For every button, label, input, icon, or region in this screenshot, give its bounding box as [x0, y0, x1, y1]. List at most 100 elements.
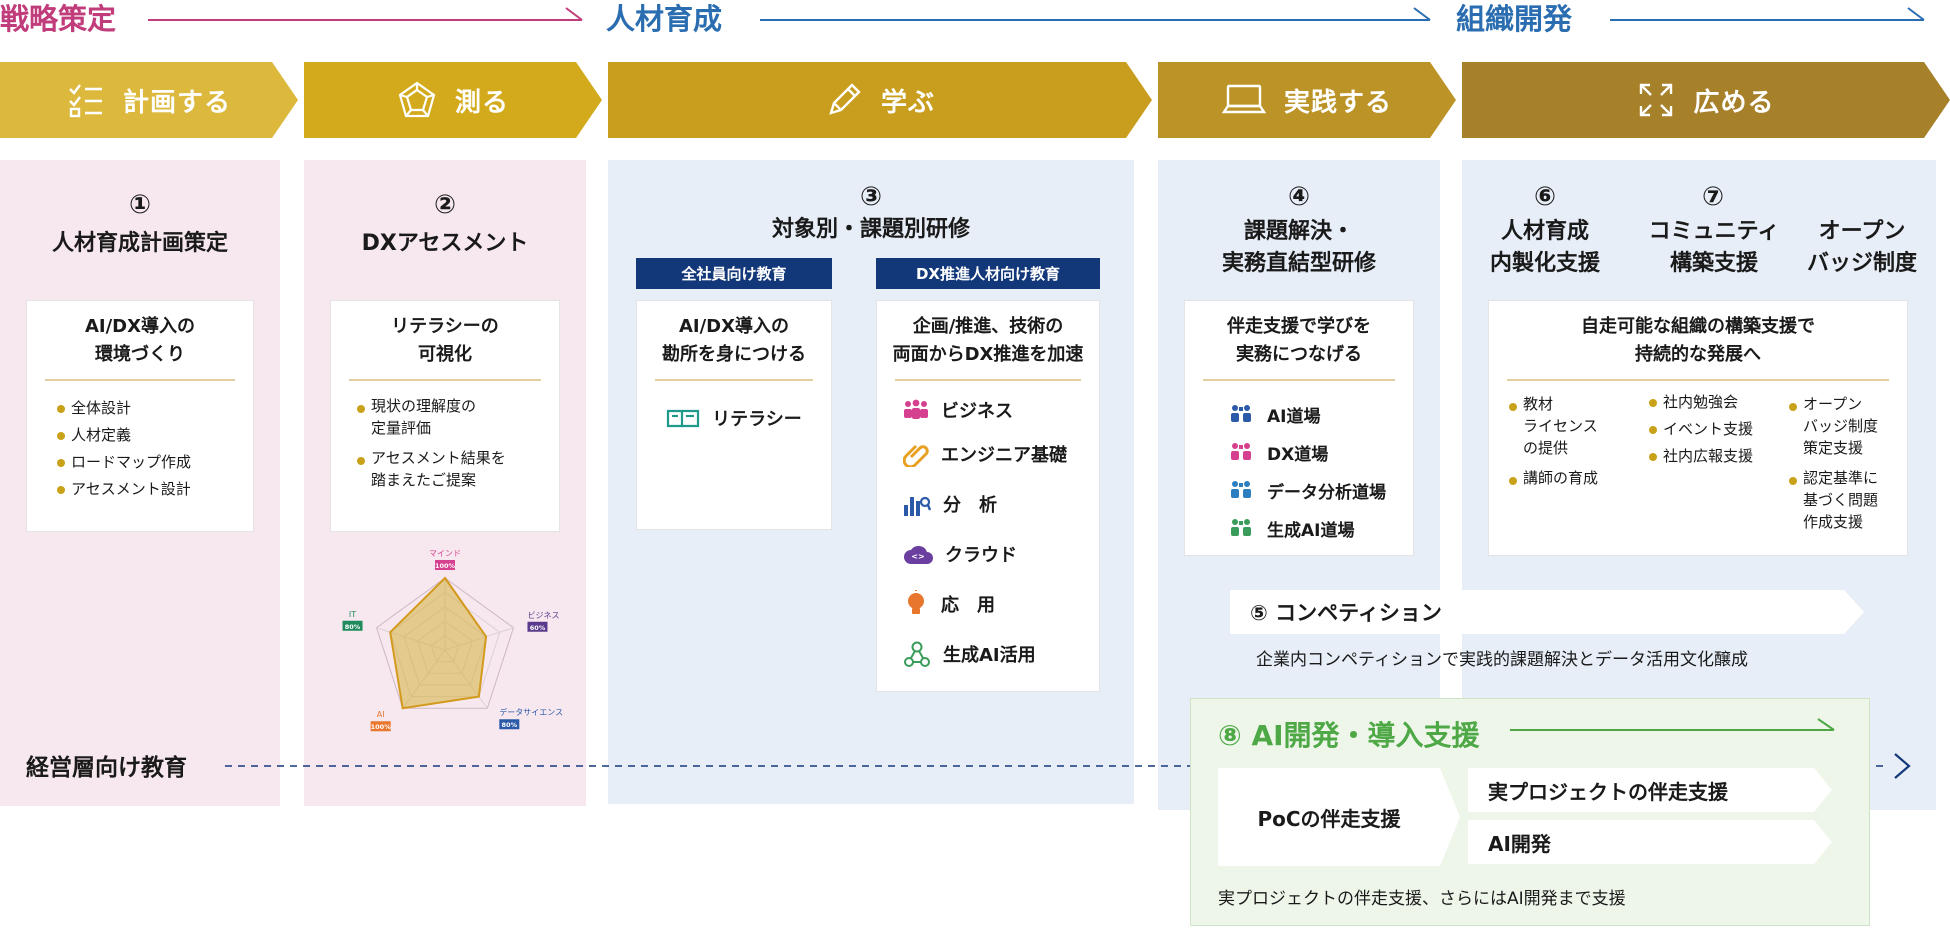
- step-number: ①: [128, 190, 151, 220]
- dojo-dx[interactable]: DX道場: [1229, 437, 1413, 467]
- bullet-item: 現状の理解度の 定量評価: [353, 395, 551, 439]
- radar-axis-label: AI: [377, 710, 385, 719]
- step-measure[interactable]: 測る: [304, 62, 602, 138]
- course-cloud[interactable]: <> クラウド: [903, 539, 1099, 569]
- column-measure: ② DXアセスメント リテラシーの 可視化 現状の理解度の 定量評価 アセスメント…: [304, 160, 586, 800]
- radar-value-label: 80%: [345, 623, 361, 631]
- laptop-icon: [1221, 84, 1266, 114]
- step-plan[interactable]: 計画する: [0, 62, 298, 138]
- course-genai[interactable]: 生成AI活用: [903, 639, 1099, 669]
- phase-arrow-strategy: [148, 7, 583, 21]
- goal-card: リテラシーの 可視化 現状の理解度の 定量評価 アセスメント結果を 踏まえたご提案: [330, 300, 560, 532]
- card-heading-line: 両面からDX推進を加速: [892, 344, 1084, 365]
- phase-arrow-talent: [760, 7, 1431, 21]
- goal-card: AI/DX導入の 環境づくり 全体設計 人材定義 ロードマップ作成 アセスメント…: [26, 300, 254, 532]
- checklist-icon: [69, 84, 102, 118]
- dojo-data[interactable]: データ分析道場: [1229, 475, 1413, 505]
- bullet-item: アセスメント結果を 踏まえたご提案: [353, 447, 551, 491]
- card-heading-line: 自走可能な組織の構築支援で: [1581, 316, 1815, 337]
- ai-dev-description: 実プロジェクトの伴走支援、さらにはAI開発まで支援: [1218, 889, 1626, 909]
- step-plan-label: 計画する: [122, 87, 231, 118]
- phase-label-strategy: 戦略策定: [0, 2, 117, 36]
- card-heading-line: 持続的な発展へ: [1635, 344, 1761, 365]
- radar-chart: マインド 100% ビジネス 60% データサイエンス 80% AI 100% IT 80%: [342, 549, 563, 732]
- step-learn-label: 学ぶ: [880, 87, 935, 118]
- radar-value-label: 100%: [371, 723, 392, 731]
- bullet-item: ロードマップ作成: [53, 449, 253, 476]
- column-title: DXアセスメント: [361, 231, 529, 256]
- pentagon-icon: [398, 81, 436, 118]
- people-icon: [1231, 405, 1251, 422]
- bullet-item: 教材 ライセンス の提供: [1505, 393, 1635, 459]
- card-divider: [655, 379, 813, 381]
- column-title-line: 課題解決・: [1243, 219, 1354, 244]
- bullet-item: 講師の育成: [1505, 467, 1635, 489]
- step-number: ⑥: [1533, 182, 1556, 212]
- card-heading-line: 伴走支援で学びを: [1227, 316, 1371, 337]
- step-spread[interactable]: 広める: [1462, 62, 1950, 138]
- bullet-item: 人材定義: [53, 422, 253, 449]
- competition-banner[interactable]: ⑤ コンペティション: [1230, 590, 1864, 634]
- people-icon: [904, 399, 928, 419]
- radar-value-label: 80%: [502, 721, 518, 729]
- column-title: 課題解決・ 実務直結型研修: [1158, 216, 1440, 280]
- card-heading-line: リテラシーの: [391, 316, 499, 337]
- ai-development-label: AI開発: [1488, 831, 1551, 856]
- course-business[interactable]: ビジネス: [903, 395, 1099, 425]
- dojo-ai[interactable]: AI道場: [1229, 399, 1413, 429]
- column-title: オープン バッジ制度: [1806, 219, 1917, 276]
- column-title-line: 実務直結型研修: [1221, 251, 1376, 276]
- step-measure-label: 測る: [454, 87, 509, 118]
- literacy-card: AI/DX導入の 勘所を身につける リテラシー: [636, 300, 832, 530]
- column-plan: ① 人材育成計画策定 AI/DX導入の 環境づくり 全体設計 人材定義 ロードマ…: [0, 160, 280, 800]
- radar-axis-label: IT: [349, 610, 356, 619]
- bullet-item: 認定基準に 基づく問題 作成支援: [1785, 467, 1905, 533]
- radar-value-label: 60%: [530, 624, 546, 632]
- course-literacy[interactable]: リテラシー: [637, 403, 831, 433]
- bullet-item: 社内勉強会: [1645, 389, 1775, 416]
- step-spread-label: 広める: [1693, 87, 1775, 118]
- dx-courses-card: 企画/推進、技術の 両面からDX推進を加速 ビジネス エンジニア基礎 分 析 <…: [876, 300, 1100, 692]
- ai-dev-title: ⑧ AI開発・導入支援: [1218, 719, 1480, 752]
- tab-dx-talent[interactable]: DX推進人材向け教育: [876, 258, 1100, 289]
- bullet-item: イベント支援: [1645, 416, 1775, 443]
- step-learn[interactable]: 学ぶ: [608, 62, 1152, 138]
- phase-label-org: 組織開発: [1456, 2, 1573, 36]
- step-number: ②: [433, 190, 456, 220]
- bullet-item: アセスメント設計: [53, 476, 253, 503]
- poc-support-label: PoCの伴走支援: [1257, 806, 1401, 831]
- real-project-support-label: 実プロジェクトの伴走支援: [1488, 779, 1728, 804]
- card-heading-line: 環境づくり: [95, 344, 185, 365]
- people-icon: [1231, 519, 1251, 536]
- step-number: ④: [1287, 182, 1310, 212]
- course-engineering[interactable]: エンジニア基礎: [903, 439, 1099, 469]
- network-icon: [904, 641, 930, 667]
- competition-label: ⑤ コンペティション: [1250, 601, 1442, 625]
- cloud-icon: <>: [904, 545, 933, 564]
- bullet-item: 社内広報支援: [1645, 443, 1775, 470]
- radar-value-label: 100%: [435, 562, 456, 570]
- card-heading-line: 可視化: [418, 344, 472, 365]
- course-applied[interactable]: 応 用: [903, 589, 1099, 619]
- column-title: 対象別・課題別研修: [771, 217, 970, 242]
- real-project-support-box[interactable]: 実プロジェクトの伴走支援: [1468, 768, 1832, 812]
- ai-development-box[interactable]: AI開発: [1468, 820, 1832, 864]
- card-heading-line: 実務につなげる: [1236, 344, 1362, 365]
- card-heading-line: AI/DX導入の: [678, 316, 790, 337]
- phase-arrow-org: [1610, 7, 1925, 21]
- column-title: 人材育成計画策定: [51, 231, 228, 256]
- pencil-icon: [829, 83, 861, 115]
- dojo-genai[interactable]: 生成AI道場: [1229, 513, 1413, 543]
- tab-all-employees[interactable]: 全社員向け教育: [636, 258, 832, 289]
- poc-support-box[interactable]: PoCの伴走支援: [1218, 768, 1460, 866]
- ai-dev-arrow: [1510, 718, 1835, 731]
- radar-axis-label: ビジネス: [527, 611, 559, 620]
- people-icon: [1231, 443, 1251, 460]
- competition-description: 企業内コンペティションで実践的課題解決とデータ活用文化醸成: [1256, 650, 1748, 670]
- column-title: 人材育成 内製化支援: [1490, 219, 1601, 276]
- course-analysis[interactable]: 分 析: [903, 489, 1099, 519]
- phase-label-talent: 人材育成: [606, 2, 723, 36]
- step-practice[interactable]: 実践する: [1158, 62, 1456, 138]
- step-number: ③: [859, 182, 882, 212]
- radar-axis-label: マインド: [429, 549, 461, 558]
